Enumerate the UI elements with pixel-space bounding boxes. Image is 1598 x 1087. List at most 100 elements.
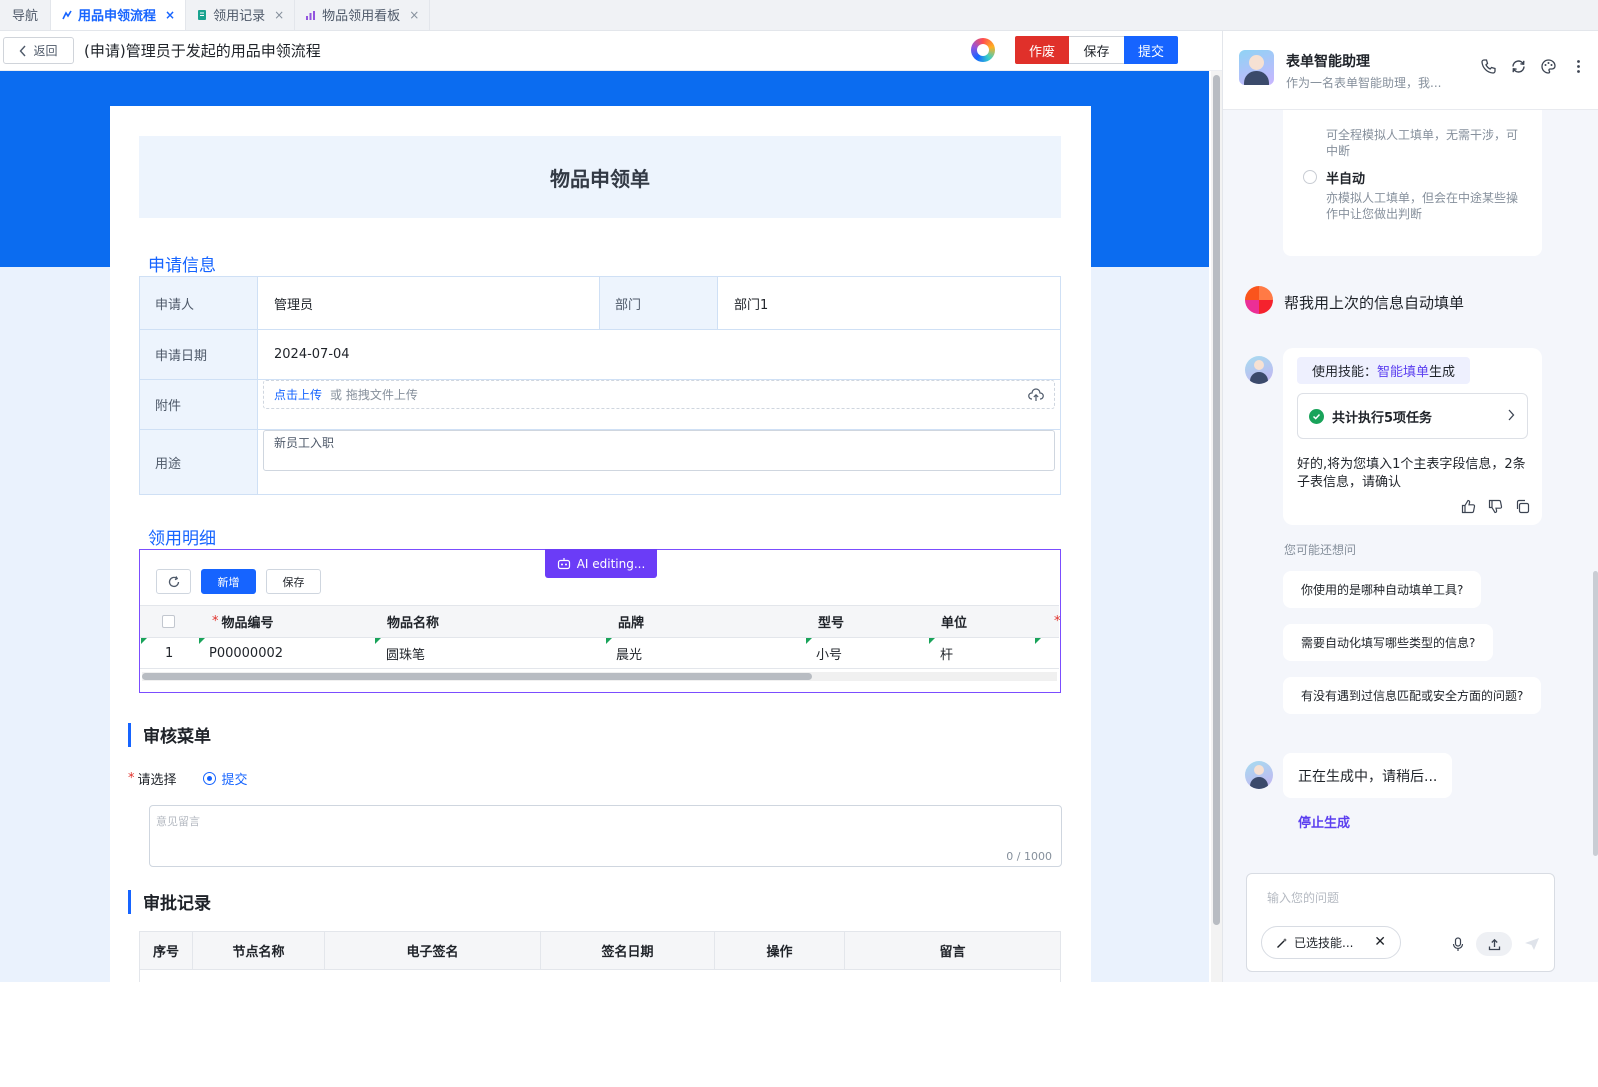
- send-icon[interactable]: [1524, 937, 1540, 951]
- date-value[interactable]: 2024-07-04: [258, 330, 350, 379]
- skill-name-link[interactable]: 智能填单: [1377, 361, 1429, 380]
- stop-generation-button[interactable]: 停止生成: [1298, 812, 1350, 831]
- refresh-icon: [168, 575, 179, 587]
- ai-editing-badge: AI editing...: [545, 549, 657, 578]
- section-review: 审核菜单: [128, 722, 211, 747]
- section-approval-records: 审批记录: [128, 889, 211, 914]
- submit-radio[interactable]: [202, 772, 216, 785]
- assistant-subtitle: 作为一名表单智能助理，我...: [1286, 76, 1442, 90]
- upload-button[interactable]: [1476, 932, 1512, 956]
- selected-skill-label: 已选技能...: [1294, 936, 1354, 950]
- mode-semi-name[interactable]: 半自动: [1326, 168, 1365, 187]
- grid-header: * 物品编号 物品名称 品牌 型号 单位 *: [140, 605, 1061, 638]
- upload-icon: [1488, 938, 1500, 950]
- tab-nav[interactable]: 导航: [0, 0, 52, 30]
- void-button[interactable]: 作废: [1015, 36, 1069, 64]
- thumbs-down-icon[interactable]: [1488, 499, 1503, 514]
- sync-icon[interactable]: [1510, 58, 1527, 75]
- robot-icon: [557, 558, 570, 570]
- skill-chip: 使用技能： 智能填单 生成: [1297, 357, 1471, 384]
- bot-reply-card: 使用技能： 智能填单 生成 共计执行5项任务 好的,将为您填入1个主表字段信息，…: [1283, 348, 1542, 525]
- changed-marker: [806, 638, 812, 644]
- tab-dashboard[interactable]: 物品领用看板 ×: [295, 0, 431, 30]
- form-paper: 物品申领单 申请信息 申请人 管理员 部门 部门1 申请日期 2024-07-0…: [110, 106, 1091, 982]
- add-row-button[interactable]: 新增: [201, 569, 256, 594]
- grid-toolbar: 新增 保存: [156, 569, 321, 594]
- grid-horizontal-scrollbar[interactable]: [142, 672, 1057, 681]
- assistant-title: 表单智能助理: [1286, 54, 1370, 70]
- changed-marker: [929, 638, 935, 644]
- table-row[interactable]: 1 P00000002 圆珠笔 晨光 小号 杆: [140, 638, 1059, 669]
- cell-brand[interactable]: 晨光: [616, 638, 642, 668]
- back-label: 返回: [33, 44, 58, 58]
- thumbs-up-icon[interactable]: [1461, 499, 1476, 514]
- applicant-value[interactable]: 管理员: [258, 277, 600, 329]
- suggestion-item[interactable]: 有没有遇到过信息匹配或安全方面的问题?: [1283, 677, 1542, 714]
- select-all-checkbox[interactable]: [162, 606, 175, 637]
- approval-table-header: 序号 节点名称 电子签名 签名日期 操作 留言: [140, 932, 1060, 970]
- changed-marker: [375, 638, 381, 644]
- cell-item-code[interactable]: P00000002: [209, 638, 283, 668]
- row-index: 1: [165, 645, 174, 661]
- chevron-left-icon: [20, 45, 27, 56]
- task-summary[interactable]: 共计执行5项任务: [1297, 393, 1528, 439]
- opinion-textarea[interactable]: 意见留言 0 / 1000: [149, 805, 1062, 867]
- main-scrollbar[interactable]: [1211, 71, 1222, 982]
- cell-unit[interactable]: 杆: [940, 638, 953, 668]
- grid-save-button[interactable]: 保存: [266, 569, 321, 594]
- suggestion-item[interactable]: 你使用的是哪种自动填单工具?: [1283, 571, 1482, 608]
- col-comment: 留言: [939, 945, 966, 960]
- col-item-name: 物品名称: [387, 616, 440, 631]
- tab-records[interactable]: 领用记录 ×: [186, 0, 296, 30]
- dept-value[interactable]: 部门1: [718, 277, 768, 329]
- close-icon[interactable]: ×: [165, 8, 175, 22]
- apply-info-table: 申请人 管理员 部门 部门1 申请日期 2024-07-04 附件 点击上传 或…: [139, 276, 1061, 495]
- upload-link[interactable]: 点击上传: [274, 386, 322, 403]
- save-button[interactable]: 保存: [1069, 36, 1124, 64]
- choice-label: 请选择: [137, 773, 177, 788]
- cell-item-name[interactable]: 圆珠笔: [386, 638, 425, 668]
- opinion-placeholder: 意见留言: [156, 815, 200, 828]
- ai-assistant-icon[interactable]: [971, 38, 995, 62]
- bot-reply-text: 好的,将为您填入1个主表字段信息，2条子表信息，请确认: [1297, 457, 1526, 490]
- copy-icon[interactable]: [1515, 499, 1530, 514]
- tab-supply-flow[interactable]: 用品申领流程 ×: [51, 0, 187, 30]
- remove-skill-icon[interactable]: ✕: [1374, 934, 1386, 950]
- close-icon[interactable]: ×: [274, 8, 284, 22]
- section-detail: 领用明细: [148, 529, 216, 549]
- more-vertical-icon[interactable]: [1570, 58, 1587, 75]
- col-node-name: 节点名称: [193, 932, 325, 969]
- close-icon[interactable]: ×: [409, 8, 419, 22]
- main-content: 物品申领单 申请信息 申请人 管理员 部门 部门1 申请日期 2024-07-0…: [0, 71, 1209, 982]
- assistant-scrollbar[interactable]: [1593, 571, 1598, 856]
- col-sign-date: 签名日期: [541, 932, 715, 969]
- selected-skill-chip[interactable]: 已选技能... ✕: [1261, 926, 1401, 959]
- phone-icon[interactable]: [1480, 58, 1497, 75]
- page-header: 返回 (申请)管理员于发起的用品申领流程 作废 保存 提交: [0, 31, 1222, 71]
- assistant-panel: 表单智能助理 作为一名表单智能助理，我... 可全程模拟人工填单，无需干涉，可中…: [1222, 31, 1598, 982]
- purpose-textarea[interactable]: 新员工入职: [263, 430, 1055, 471]
- palette-icon[interactable]: [1540, 58, 1557, 75]
- mode-semi-radio[interactable]: [1303, 170, 1317, 184]
- choice-option[interactable]: 提交: [222, 769, 248, 788]
- back-button[interactable]: 返回: [3, 37, 74, 64]
- chat-input[interactable]: 输入您的问题 已选技能... ✕: [1246, 873, 1555, 972]
- feedback-actions: [1461, 499, 1530, 514]
- submit-button[interactable]: 提交: [1124, 36, 1178, 64]
- refresh-button[interactable]: [156, 569, 191, 594]
- suggestion-item[interactable]: 需要自动化填写哪些类型的信息?: [1283, 624, 1494, 661]
- tab-bar: 导航 用品申领流程 × 领用记录 × 物品领用看板 ×: [0, 0, 1598, 31]
- changed-marker: [199, 638, 205, 644]
- date-label: 申请日期: [140, 330, 258, 379]
- upload-dropzone[interactable]: 点击上传 或 拖拽文件上传: [263, 380, 1055, 409]
- row-purpose: 用途 新员工入职: [140, 430, 1060, 494]
- generating-bubble: 正在生成中，请稍后...: [1283, 753, 1453, 798]
- form-title: 物品申领单: [139, 136, 1061, 218]
- user-message: 帮我用上次的信息自动填单: [1284, 294, 1465, 312]
- cell-model[interactable]: 小号: [816, 638, 842, 668]
- microphone-icon[interactable]: [1452, 936, 1464, 952]
- changed-marker: [1035, 638, 1041, 644]
- fill-mode-card: 可全程模拟人工填单，无需干涉，可中断 半自动 亦模拟人工填单，但会在中途某些操作…: [1283, 110, 1542, 256]
- assistant-header: 表单智能助理 作为一名表单智能助理，我...: [1223, 31, 1598, 110]
- attach-label: 附件: [140, 380, 258, 429]
